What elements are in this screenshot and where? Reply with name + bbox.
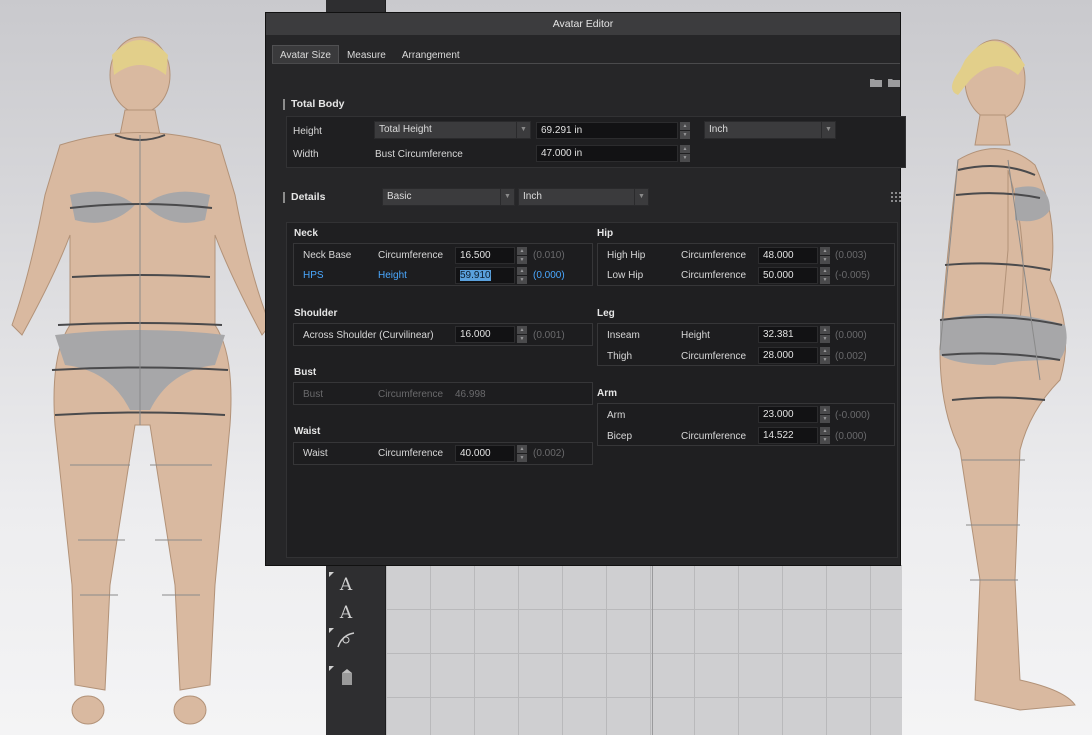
bust-value: 46.998 xyxy=(455,389,486,400)
hps-stepper[interactable]: ▲ ▼ xyxy=(517,267,527,284)
neck-base-input[interactable]: 16.500 xyxy=(455,247,515,264)
bicep-type: Circumference xyxy=(681,431,747,442)
bicep-stepper[interactable]: ▲ ▼ xyxy=(820,427,830,444)
waist-input[interactable]: 40.000 xyxy=(455,445,515,462)
2d-pattern-grid[interactable] xyxy=(386,565,902,735)
bicep-label: Bicep xyxy=(607,431,633,442)
tool-flyout-marker xyxy=(329,572,334,577)
arm-title: Arm xyxy=(597,388,618,399)
details-header: Details xyxy=(283,192,325,203)
across-shoulder-input[interactable]: 16.000 xyxy=(455,326,515,343)
waist-title: Waist xyxy=(294,426,321,437)
low-hip-type: Circumference xyxy=(681,270,747,281)
chevron-down-icon[interactable]: ▼ xyxy=(500,189,514,205)
open-folder-icon[interactable] xyxy=(870,77,882,87)
thigh-label: Thigh xyxy=(607,351,633,362)
arm-input[interactable]: 23.000 xyxy=(758,406,818,423)
total-body-header: Total Body xyxy=(283,99,344,110)
high-hip-label: High Hip xyxy=(607,250,646,261)
bicep-input[interactable]: 14.522 xyxy=(758,427,818,444)
bust-type: Circumference xyxy=(378,389,444,400)
tab-measure[interactable]: Measure xyxy=(339,45,394,64)
width-label: Width xyxy=(293,149,319,160)
inseam-stepper[interactable]: ▲ ▼ xyxy=(820,326,830,343)
hps-type: Height xyxy=(378,270,407,281)
hps-delta: (0.000) xyxy=(533,270,565,281)
tab-bar: Avatar Size Measure Arrangement xyxy=(272,45,468,64)
thigh-delta: (0.002) xyxy=(835,351,867,362)
across-shoulder-stepper[interactable]: ▲ ▼ xyxy=(517,326,527,343)
height-type-select[interactable]: Total Height ▼ xyxy=(374,121,531,139)
height-stepper[interactable]: ▲ ▼ xyxy=(680,122,690,139)
high-hip-delta: (0.003) xyxy=(835,250,867,261)
high-hip-type: Circumference xyxy=(681,250,747,261)
tab-divider xyxy=(272,63,900,64)
chevron-down-icon[interactable]: ▼ xyxy=(821,122,835,138)
grid-axis-line xyxy=(652,565,653,735)
inseam-delta: (0.000) xyxy=(835,330,867,341)
width-type-label: Bust Circumference xyxy=(375,149,463,160)
width-stepper[interactable]: ▲ ▼ xyxy=(680,145,690,162)
inseam-label: Inseam xyxy=(607,330,640,341)
low-hip-input[interactable]: 50.000 xyxy=(758,267,818,284)
neck-base-type: Circumference xyxy=(378,250,444,261)
tool-flyout-marker xyxy=(329,666,334,671)
avatar-front-view[interactable] xyxy=(0,25,270,735)
measure-curve-icon[interactable] xyxy=(330,628,362,654)
chevron-down-icon[interactable]: ▼ xyxy=(516,122,530,138)
width-value-input[interactable]: 47.000 in xyxy=(536,145,678,162)
low-hip-delta: (-0.005) xyxy=(835,270,871,281)
chevron-down-icon[interactable]: ▼ xyxy=(634,189,648,205)
inseam-input[interactable]: 32.381 xyxy=(758,326,818,343)
hps-label: HPS xyxy=(303,270,324,281)
neck-title: Neck xyxy=(294,228,318,239)
low-hip-stepper[interactable]: ▲ ▼ xyxy=(820,267,830,284)
save-icon[interactable] xyxy=(888,77,900,87)
arm-label: Arm xyxy=(607,410,626,421)
dialog-title[interactable]: Avatar Editor xyxy=(266,13,900,35)
bust-title: Bust xyxy=(294,367,317,378)
arm-delta: (-0.000) xyxy=(835,410,871,421)
stamp-icon[interactable] xyxy=(330,666,362,692)
inseam-type: Height xyxy=(681,330,710,341)
arm-stepper[interactable]: ▲ ▼ xyxy=(820,406,830,423)
bicep-delta: (0.000) xyxy=(835,431,867,442)
high-hip-input[interactable]: 48.000 xyxy=(758,247,818,264)
height-value-input[interactable]: 69.291 in xyxy=(536,122,678,139)
text-tool-alt-icon[interactable]: A xyxy=(330,600,362,626)
waist-type: Circumference xyxy=(378,448,444,459)
height-unit-select[interactable]: Inch ▼ xyxy=(704,121,836,139)
waist-label: Waist xyxy=(303,448,328,459)
avatar-editor-dialog: Avatar Editor Avatar Size Measure Arrang… xyxy=(265,12,906,566)
tab-arrangement[interactable]: Arrangement xyxy=(394,45,468,64)
high-hip-stepper[interactable]: ▲ ▼ xyxy=(820,247,830,264)
tab-avatar-size[interactable]: Avatar Size xyxy=(272,45,339,64)
text-tool-icon[interactable]: A xyxy=(330,572,362,598)
low-hip-label: Low Hip xyxy=(607,270,644,281)
bust-label: Bust xyxy=(303,389,324,400)
details-mode-select[interactable]: Basic ▼ xyxy=(382,188,515,206)
across-shoulder-label: Across Shoulder (Curvilinear) xyxy=(303,330,434,341)
thigh-type: Circumference xyxy=(681,351,747,362)
file-actions xyxy=(870,77,900,87)
grid-view-icon[interactable] xyxy=(891,192,901,202)
leg-title: Leg xyxy=(597,308,615,319)
neck-base-delta: (0.010) xyxy=(533,250,565,261)
waist-delta: (0.002) xyxy=(533,448,565,459)
across-shoulder-delta: (0.001) xyxy=(533,330,565,341)
thigh-input[interactable]: 28.000 xyxy=(758,347,818,364)
details-unit-select[interactable]: Inch ▼ xyxy=(518,188,649,206)
neck-base-label: Neck Base xyxy=(303,250,352,261)
avatar-side-view[interactable] xyxy=(900,20,1092,735)
height-label: Height xyxy=(293,126,322,137)
tool-flyout-marker xyxy=(329,628,334,633)
shoulder-title: Shoulder xyxy=(294,308,338,319)
hps-input[interactable]: 59.910 xyxy=(455,267,515,284)
waist-stepper[interactable]: ▲ ▼ xyxy=(517,445,527,462)
neck-base-stepper[interactable]: ▲ ▼ xyxy=(517,247,527,264)
hip-title: Hip xyxy=(597,228,614,239)
thigh-stepper[interactable]: ▲ ▼ xyxy=(820,347,830,364)
